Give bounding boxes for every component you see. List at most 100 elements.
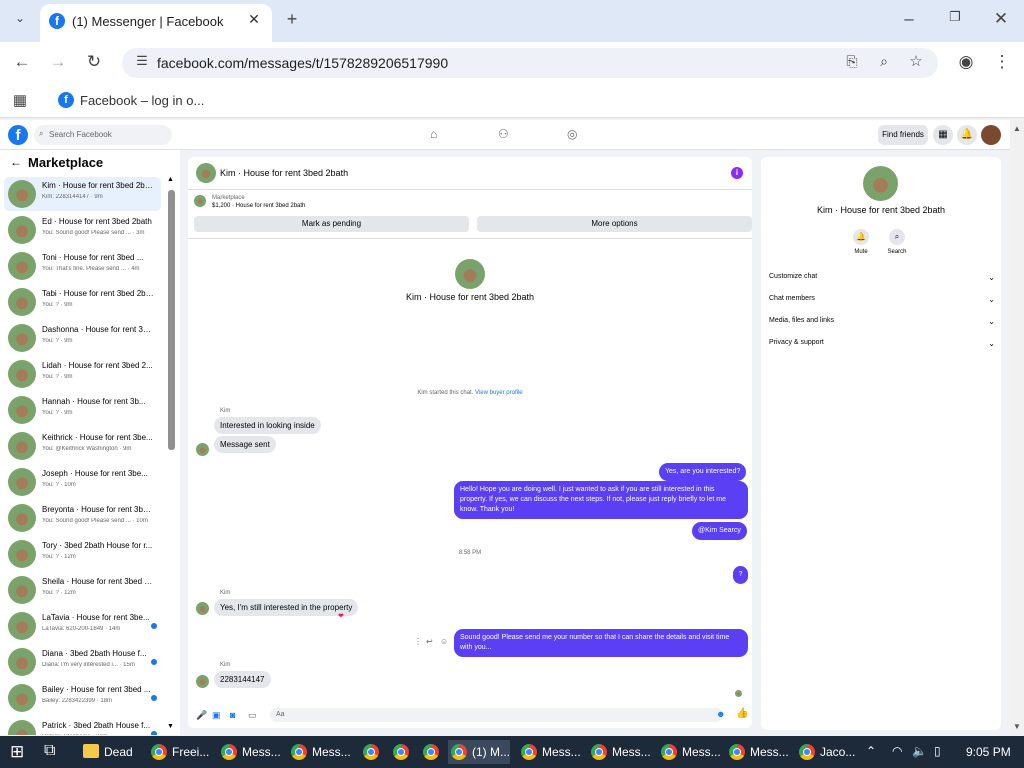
conversation-avatar	[8, 468, 36, 496]
gif-icon[interactable]: ▭	[248, 710, 257, 721]
close-window-icon[interactable]: ✕	[989, 9, 1013, 29]
restore-icon[interactable]: ❐	[943, 9, 967, 25]
conversation-snippet: You: ? · 9m	[42, 338, 73, 344]
find-friends-button[interactable]: Find friends	[878, 125, 928, 145]
view-buyer-profile-link[interactable]: View buyer profile	[475, 390, 523, 396]
taskbar-chrome-item[interactable]: Mess...	[518, 740, 581, 764]
forward-icon[interactable]: →	[46, 52, 70, 72]
home-icon[interactable]: ⌂	[430, 127, 437, 141]
privacy-support-row[interactable]: Privacy & support ⌄	[769, 339, 995, 348]
account-avatar[interactable]	[981, 125, 1001, 145]
taskbar-chrome-item[interactable]: Mess...	[658, 740, 721, 764]
thumbs-up-icon[interactable]: 👍	[736, 708, 748, 719]
info-icon[interactable]: i	[731, 167, 743, 179]
notifications-bell-icon[interactable]: 🔔	[957, 125, 977, 145]
facebook-logo-icon[interactable]: f	[8, 125, 28, 145]
mute-bell-icon[interactable]: 🔔	[853, 229, 869, 245]
sticker-icon[interactable]: ◙	[230, 710, 235, 720]
scroll-down-icon[interactable]: ▼	[167, 723, 174, 730]
minimize-icon[interactable]: –	[897, 9, 921, 29]
conversation-item[interactable]: Diana · 3bed 2bath House f... Diana: I'm …	[4, 645, 161, 679]
conversation-item[interactable]: Ed · House for rent 3bed 2bath You: Sound…	[4, 213, 161, 247]
conversation-item[interactable]: Tabi · House for rent 3bed 2ba... You: ? …	[4, 285, 161, 319]
chat-members-row[interactable]: Chat members ⌄	[769, 295, 995, 304]
apps-grid-icon[interactable]: ▦	[8, 91, 32, 109]
taskbar-chrome-item[interactable]	[360, 740, 384, 764]
customize-chat-row[interactable]: Customize chat ⌄	[769, 273, 995, 282]
emoji-icon[interactable]: ☻	[716, 709, 725, 719]
task-view-icon[interactable]: ⧉	[44, 742, 55, 760]
media-files-links-row[interactable]: Media, files and links ⌄	[769, 317, 995, 326]
photo-icon[interactable]: ▣	[212, 710, 221, 721]
chat-header-name[interactable]: Kim · House for rent 3bed 2bath	[220, 168, 348, 178]
bookmark-facebook[interactable]: Facebook – log in o...	[80, 93, 204, 108]
browser-tab[interactable]: f (1) Messenger | Facebook ✕	[40, 4, 272, 42]
taskbar-folder-item[interactable]: Dead	[80, 740, 133, 764]
conversation-item[interactable]: Keithrick · House for rent 3be... You: @K…	[4, 429, 161, 463]
conversation-item[interactable]: Joseph · House for rent 3be... You: ? · 1…	[4, 465, 161, 499]
back-arrow-icon[interactable]: ←	[10, 155, 22, 169]
react-icon[interactable]: ☺	[440, 637, 448, 646]
conversation-item[interactable]: Lidah · House for rent 3bed 2... You: ? ·…	[4, 357, 161, 391]
message-more-icon[interactable]: ⋮	[414, 637, 422, 646]
taskbar-chrome-item[interactable]	[420, 740, 444, 764]
conversation-item[interactable]: Sheila · House for rent 3bed 2... You: ? …	[4, 573, 161, 607]
groups-icon[interactable]: ◎	[567, 127, 577, 141]
windows-start-icon[interactable]: ⊞	[10, 742, 24, 762]
taskbar-chrome-item[interactable]: (1) M...	[448, 740, 510, 764]
conversation-item[interactable]: Dashonna · House for rent 3b... You: ? · …	[4, 321, 161, 355]
address-bar[interactable]: ☰ facebook.com/messages/t/15782892065179…	[122, 48, 938, 78]
zoom-icon[interactable]: ⌕	[872, 53, 896, 70]
bookmark-star-icon[interactable]: ☆	[904, 52, 928, 70]
more-options-button[interactable]: More options	[477, 216, 752, 232]
conversation-item[interactable]: LaTavia · House for rent 3be... LaTavia: …	[4, 609, 161, 643]
tab-close-icon[interactable]: ✕	[244, 11, 264, 28]
conversation-item[interactable]: Hannah · House for rent 3b... You: ? · 9m	[4, 393, 161, 427]
conversation-avatar	[8, 324, 36, 352]
volume-icon[interactable]: 🔈	[912, 744, 927, 758]
conversation-item[interactable]: Patrick · 3bed 2bath House f... Patrick: …	[4, 717, 161, 735]
profile-icon[interactable]: ◉	[954, 52, 978, 72]
taskbar-chrome-item[interactable]: Freei...	[148, 740, 209, 764]
scroll-up-icon[interactable]: ▲	[1013, 124, 1021, 133]
profile-avatar[interactable]	[455, 259, 485, 289]
conversation-snippet: You: ? · 12m	[42, 554, 76, 560]
taskbar-chrome-item[interactable]: Mess...	[218, 740, 281, 764]
taskbar-chrome-item[interactable]: Jaco...	[796, 740, 855, 764]
taskbar-chrome-item[interactable]	[390, 740, 414, 764]
scroll-down-icon[interactable]: ▼	[1013, 722, 1021, 731]
conversation-item[interactable]: Bailey · House for rent 3bed ... Bailey: …	[4, 681, 161, 715]
conversation-scrollbar[interactable]	[168, 190, 175, 450]
search-icon[interactable]: ⌕	[889, 229, 905, 245]
page-scrollbar[interactable]: ▲ ▼	[1010, 120, 1024, 735]
new-tab-icon[interactable]: +	[280, 9, 304, 30]
friends-icon[interactable]: ⚇	[498, 127, 509, 141]
chat-header-avatar[interactable]	[196, 163, 216, 183]
browser-menu-icon[interactable]: ⋮	[990, 52, 1014, 72]
reply-icon[interactable]: ↩	[426, 637, 433, 646]
conversation-item[interactable]: Tory · 3bed 2bath House for r... You: ? ·…	[4, 537, 161, 571]
conversation-item[interactable]: Toni · House for rent 3bed ... You: That'…	[4, 249, 161, 283]
menu-grid-icon[interactable]: ▦	[933, 125, 953, 145]
mark-as-pending-button[interactable]: Mark as pending	[194, 216, 469, 232]
site-info-icon[interactable]: ☰	[130, 53, 154, 69]
network-icon[interactable]: ◠	[892, 744, 902, 758]
battery-icon[interactable]: ▯	[934, 744, 941, 758]
tray-chevron-icon[interactable]: ⌃	[866, 744, 876, 758]
microphone-icon[interactable]: 🎤	[196, 710, 207, 721]
taskbar-chrome-item[interactable]: Mess...	[726, 740, 789, 764]
conversation-item[interactable]: Kim · House for rent 3bed 2ba... Kim: 228…	[4, 177, 161, 211]
facebook-search-input[interactable]: ⌕ Search Facebook	[34, 125, 172, 145]
message-composer-input[interactable]: Aa	[270, 708, 723, 722]
scroll-up-icon[interactable]: ▲	[167, 176, 174, 183]
install-icon[interactable]: ⎘	[840, 53, 864, 70]
details-avatar[interactable]	[863, 166, 898, 201]
tab-list-chevron-icon[interactable]: ⌄	[8, 11, 32, 25]
conversation-item[interactable]: Breyonta · House for rent 3be... You: Sou…	[4, 501, 161, 535]
taskbar-chrome-item[interactable]: Mess...	[288, 740, 351, 764]
taskbar-clock[interactable]: 9:05 PM	[966, 745, 1011, 759]
reload-icon[interactable]: ↻	[82, 52, 106, 72]
row-label: Customize chat	[769, 273, 818, 280]
back-icon[interactable]: ←	[10, 52, 34, 72]
taskbar-chrome-item[interactable]: Mess...	[588, 740, 651, 764]
